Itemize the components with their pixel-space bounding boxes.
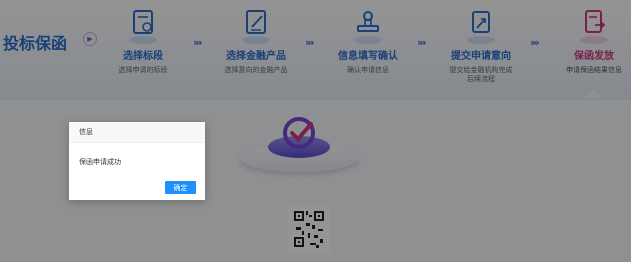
dialog-title: 信息 xyxy=(69,122,205,143)
message-dialog: 信息 保函申请成功 确定 xyxy=(69,122,205,200)
confirm-button[interactable]: 确定 xyxy=(165,181,196,194)
dialog-message: 保函申请成功 xyxy=(79,158,121,166)
